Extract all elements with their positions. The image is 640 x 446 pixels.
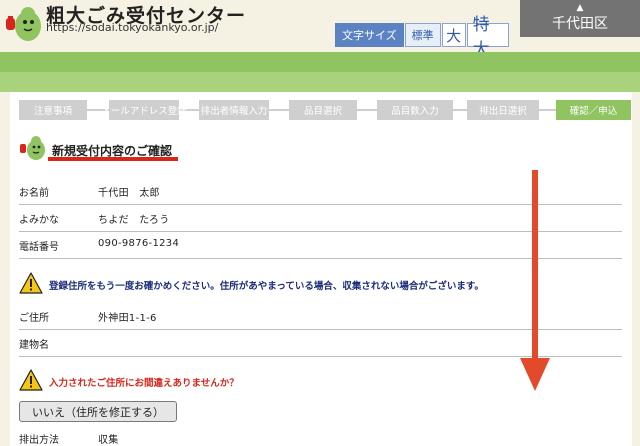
step-item-count: 品目数入力 — [377, 100, 453, 120]
phone-value: 090-9876-1234 — [98, 238, 180, 249]
mascot-logo-icon[interactable] — [4, 2, 44, 42]
triangle-up-icon: ▲ — [576, 3, 584, 13]
mascot-icon — [19, 133, 47, 161]
warning-icon — [19, 272, 43, 294]
header-light-green-bar — [0, 72, 640, 92]
row-method: 排出方法 収集 — [19, 425, 622, 446]
name-label: お名前 — [19, 188, 49, 199]
progress-steps: 注意事項 メールアドレス登録 排出者情報入力 品目選択 品目数入力 排出日選択 … — [19, 100, 631, 120]
ward-name: 千代田区 — [552, 16, 608, 32]
method-value: 収集 — [98, 435, 119, 446]
site-url[interactable]: https://sodai.tokyokankyo.or.jp/ — [46, 21, 218, 34]
step-email: メールアドレス登録 — [101, 100, 187, 120]
step-item-select: 品目選択 — [289, 100, 357, 120]
section-title-underline — [48, 157, 178, 161]
step-date-select: 排出日選択 — [467, 100, 539, 120]
address-check-text: 登録住所をもう一度お確かめください。住所があやまっている場合、収集されない場合が… — [49, 281, 484, 292]
warning-icon — [19, 369, 43, 391]
font-size-standard-button[interactable]: 標準 — [404, 23, 441, 47]
building-label: 建物名 — [19, 340, 49, 351]
font-size-selector: 文字サイズ 標準 大 特大 — [335, 15, 509, 60]
kana-value: ちよだ たろう — [98, 215, 170, 226]
address-confirm-text: 入力されたご住所にお間違えありませんか？ — [49, 378, 239, 389]
name-value: 千代田 太郎 — [98, 188, 160, 199]
step-discharger-info: 排出者情報入力 — [199, 100, 269, 120]
kana-label: よみかな — [19, 215, 59, 226]
font-size-xlarge-button[interactable]: 特大 — [466, 15, 509, 60]
ward-selector[interactable]: ▲ 千代田区 — [520, 0, 640, 37]
font-size-label: 文字サイズ — [335, 23, 404, 47]
header-green-bar — [0, 52, 640, 72]
method-label: 排出方法 — [19, 435, 59, 446]
address-value: 外神田1-1-6 — [98, 313, 157, 324]
address-confirm-warning: 入力されたご住所にお間違えありませんか？ — [19, 369, 419, 393]
fix-address-button[interactable]: いいえ（住所を修正する） — [19, 401, 177, 422]
phone-label: 電話番号 — [19, 242, 59, 253]
address-label: ご住所 — [19, 313, 49, 324]
scroll-down-arrow-icon — [520, 170, 550, 391]
font-size-large-button[interactable]: 大 — [441, 23, 466, 47]
step-confirm: 確認／申込 — [556, 100, 631, 120]
step-notes: 注意事項 — [19, 100, 87, 120]
site-header: 粗大ごみ受付センター https://sodai.tokyokankyo.or.… — [0, 0, 640, 60]
